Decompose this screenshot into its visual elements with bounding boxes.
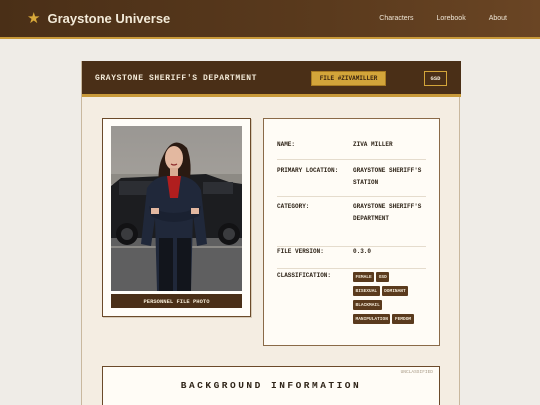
background-title: BACKGROUND INFORMATION [180,380,362,391]
detail-row-name: NAME: ZIVA MILLER [277,139,426,160]
detail-label: NAME: [277,141,296,148]
classification-tags: FEMALE GSD BISEXUAL DOMINANT BLACKMAIL MAN… [353,272,429,328]
tag-female[interactable]: FEMALE [353,272,375,282]
nav-link-characters[interactable]: Characters [379,15,413,22]
details-table: NAME: ZIVA MILLER PRIMARY LOCATION: GRAY… [263,118,440,346]
gsd-badge: GSD [424,71,447,86]
detail-value: ZIVA MILLER [353,141,393,148]
detail-row-location: PRIMARY LOCATION: GRAYSTONE SHERIFF'S ST… [277,165,426,197]
dossier-card: GRAYSTONE SHERIFF'S DEPARTMENT FILE #ZIV… [81,61,461,405]
dossier-header: GRAYSTONE SHERIFF'S DEPARTMENT FILE #ZIV… [82,61,461,97]
tag-blackmail[interactable]: BLACKMAIL [353,300,383,310]
detail-row-version: FILE VERSION: 0.3.0 [277,246,426,269]
detail-value: GRAYSTONE SHERIFF'S DEPARTMENT [353,203,422,222]
detail-row-classification: CLASSIFICATION: FEMALE GSD BISEXUAL DOMINA… [277,270,426,336]
department-title: GRAYSTONE SHERIFF'S DEPARTMENT [95,74,258,83]
detail-row-category: CATEGORY: GRAYSTONE SHERIFF'S DEPARTMENT [277,201,426,247]
brand-name: Graystone Universe [47,11,171,26]
tag-dominant[interactable]: DOMINANT [381,286,409,296]
file-number-badge: FILE #ZIVAMILLER [311,71,386,86]
unclassified-stamp: UNCLASSIFIED [400,370,433,375]
detail-value: 0.3.0 [353,248,372,255]
detail-label: FILE VERSION: [277,248,324,255]
personnel-photo-image [111,126,242,291]
star-icon: ★ [27,10,41,27]
detail-label: CATEGORY: [277,203,310,210]
detail-label: PRIMARY LOCATION: [277,167,339,174]
personnel-photo [111,126,242,291]
photo-caption: PERSONNEL FILE PHOTO [111,294,242,308]
detail-value: GRAYSTONE SHERIFF'S STATION [353,167,422,186]
tag-manipulation[interactable]: MANIPULATION [353,314,391,324]
tag-bisexual[interactable]: BISEXUAL [353,286,380,296]
tag-femdom[interactable]: FEMDOM [392,314,414,324]
personnel-photo-frame: PERSONNEL FILE PHOTO [102,118,251,317]
nav-link-about[interactable]: About [489,15,507,22]
brand-link[interactable]: ★ Graystone Universe [27,11,170,26]
nav-link-lorebook[interactable]: Lorebook [437,15,466,22]
detail-label: CLASSIFICATION: [277,272,332,279]
tag-gsd[interactable]: GSD [376,272,390,282]
nav-links: Characters Lorebook About [356,0,507,37]
background-panel: UNCLASSIFIED BACKGROUND INFORMATION [102,366,440,405]
top-navbar: ★ Graystone Universe Characters Lorebook… [0,0,540,39]
